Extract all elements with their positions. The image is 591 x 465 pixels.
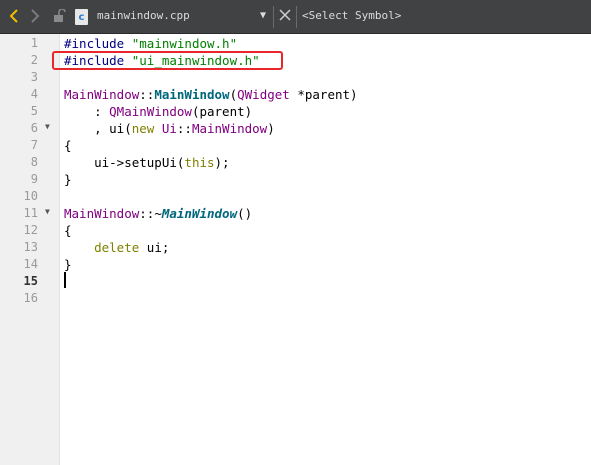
code-line-6: , ui(new Ui::MainWindow)	[64, 120, 358, 137]
file-dropdown-arrow-icon[interactable]: ▼	[260, 10, 266, 21]
class-name: MainWindow	[64, 87, 140, 102]
keyword: this	[184, 155, 215, 170]
method-call: ui->setupUi(	[64, 155, 185, 170]
lock-button[interactable]	[52, 7, 66, 25]
text-cursor	[64, 272, 66, 288]
code-line-4: MainWindow::MainWindow(QWidget *parent)	[64, 86, 358, 103]
keyword: delete	[64, 240, 140, 255]
paren: )	[267, 121, 275, 136]
line-number: 8	[30, 155, 38, 169]
line-number: 14	[23, 257, 38, 271]
scope-operator: ::	[176, 121, 192, 136]
paren: (	[229, 87, 238, 102]
code-line-14: }	[64, 257, 72, 272]
member-init: , ui(	[64, 121, 132, 136]
scope-operator: ::~	[139, 206, 162, 221]
toolbar-divider	[296, 6, 297, 28]
code-line-1: #include "mainwindow.h"	[64, 35, 358, 52]
forward-button[interactable]	[28, 7, 42, 25]
identifier: ui;	[139, 240, 170, 255]
line-number: 11	[23, 206, 38, 220]
line-number: 3	[30, 70, 38, 84]
close-document-button[interactable]	[278, 7, 292, 26]
base-class-name: QMainWindow	[109, 104, 192, 119]
symbol-selector[interactable]: <Select Symbol>	[302, 9, 401, 22]
type-name: QWidget	[237, 87, 290, 102]
chevron-right-icon	[31, 9, 40, 23]
code-editor[interactable]: #include "mainwindow.h" #include "ui_mai…	[64, 35, 358, 307]
paren: ()	[237, 206, 253, 221]
type-name: MainWindow	[191, 121, 268, 136]
class-name: MainWindow	[64, 206, 140, 221]
line-number: 16	[23, 291, 38, 305]
base-args: (parent)	[191, 104, 253, 119]
line-number: 12	[23, 223, 38, 237]
chevron-left-icon	[9, 9, 18, 23]
code-line-9: }	[64, 172, 72, 187]
line-number: 7	[30, 138, 38, 152]
include-path: "mainwindow.h"	[131, 36, 238, 51]
code-line-8: ui->setupUi(this);	[64, 154, 358, 171]
keyword: new	[131, 121, 155, 136]
line-number: 13	[23, 240, 38, 254]
line-numbers: 1 2 3 4 5 6 7 8 9 10 11 12 13 14 15 16	[0, 35, 38, 307]
line-number: 6	[30, 121, 38, 135]
fold-marker-icon[interactable]: ▼	[45, 207, 50, 216]
open-file-name[interactable]: mainwindow.cpp	[97, 9, 190, 22]
initializer-colon: :	[64, 104, 110, 119]
line-number: 2	[30, 53, 38, 67]
line-number: 4	[30, 87, 38, 101]
namespace-name: Ui	[154, 121, 177, 136]
code-line-13: delete ui;	[64, 239, 358, 256]
code-line-12: {	[64, 223, 72, 238]
back-button[interactable]	[7, 7, 21, 25]
cpp-file-icon: c	[75, 9, 88, 25]
line-number-gutter: 1 2 3 4 5 6 7 8 9 10 11 12 13 14 15 16 ▼…	[0, 34, 60, 465]
unlock-icon	[53, 9, 66, 22]
line-number: 9	[30, 172, 38, 186]
destructor-name: MainWindow	[161, 206, 238, 221]
line-number: 5	[30, 104, 38, 118]
editor-toolbar: c mainwindow.cpp ▼ <Select Symbol>	[0, 0, 591, 34]
scope-operator: ::	[139, 87, 155, 102]
code-line-7: {	[64, 138, 72, 153]
current-line-number: 15	[23, 274, 38, 288]
toolbar-divider	[273, 6, 274, 28]
line-number: 1	[30, 36, 38, 50]
parameter: *parent)	[289, 87, 358, 102]
function-name: MainWindow	[154, 87, 230, 102]
code-line-11: MainWindow::~MainWindow()	[64, 205, 358, 222]
paren: );	[214, 155, 230, 170]
annotation-highlight-box	[52, 51, 283, 70]
close-icon	[279, 9, 291, 21]
line-number: 10	[23, 189, 38, 203]
code-line-5: : QMainWindow(parent)	[64, 103, 358, 120]
preprocessor-directive: #include	[64, 36, 125, 51]
fold-marker-icon[interactable]: ▼	[45, 122, 50, 131]
